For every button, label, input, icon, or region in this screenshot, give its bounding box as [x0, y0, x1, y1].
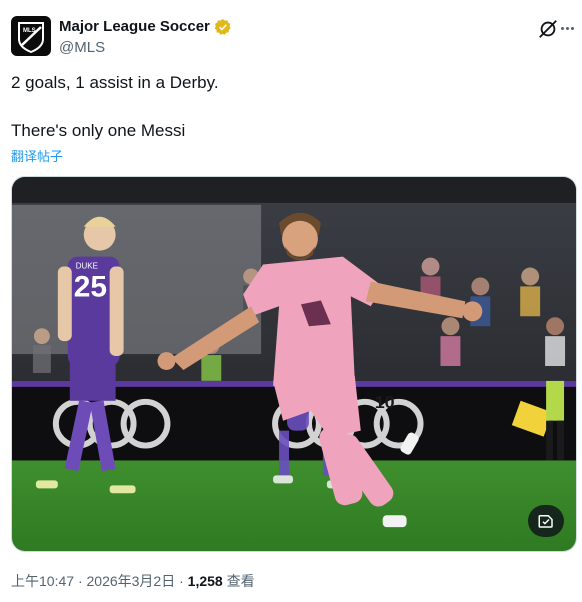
- verified-badge-icon: [214, 19, 231, 35]
- tweet-meta: 上午10:47 · 2026年3月2日 · 1,258 查看: [11, 571, 255, 591]
- account-names: Major League Soccer @MLS: [59, 17, 232, 58]
- tweet-photo[interactable]: 25 DUKE 10: [11, 176, 577, 552]
- tweet-line-2: There's only one Messi: [11, 121, 186, 140]
- more-icon[interactable]: [557, 18, 577, 38]
- avatar[interactable]: MLS: [11, 16, 51, 56]
- views-count: 1,258: [187, 573, 223, 589]
- post-date[interactable]: 2026年3月2日: [87, 573, 176, 589]
- messi-number: 10: [375, 392, 395, 412]
- media-tag-icon: [538, 515, 553, 528]
- match-photo: 25 DUKE 10: [12, 177, 576, 551]
- display-name-row[interactable]: Major League Soccer: [59, 17, 232, 37]
- post-time[interactable]: 上午10:47: [11, 573, 74, 589]
- translate-post-link[interactable]: 翻译帖子: [11, 146, 63, 165]
- display-name[interactable]: Major League Soccer: [59, 17, 210, 37]
- mls-logo-icon: MLS: [18, 22, 44, 53]
- meta-separator-2: ·: [179, 573, 184, 589]
- media-tag-button[interactable]: [528, 505, 564, 537]
- meta-separator: ·: [77, 573, 83, 589]
- tweet-text: 2 goals, 1 assist in a Derby. There's on…: [11, 72, 571, 142]
- logo-text: MLS: [23, 28, 36, 34]
- tweet-header: MLS Major League Soccer @MLS: [11, 16, 574, 60]
- opponent-number: 25: [74, 270, 107, 303]
- tweet-line-1: 2 goals, 1 assist in a Derby.: [11, 73, 219, 92]
- views-label: 查看: [226, 573, 255, 589]
- grok-icon[interactable]: [537, 18, 559, 40]
- opponent-name: DUKE: [76, 262, 98, 271]
- handle[interactable]: @MLS: [59, 38, 232, 58]
